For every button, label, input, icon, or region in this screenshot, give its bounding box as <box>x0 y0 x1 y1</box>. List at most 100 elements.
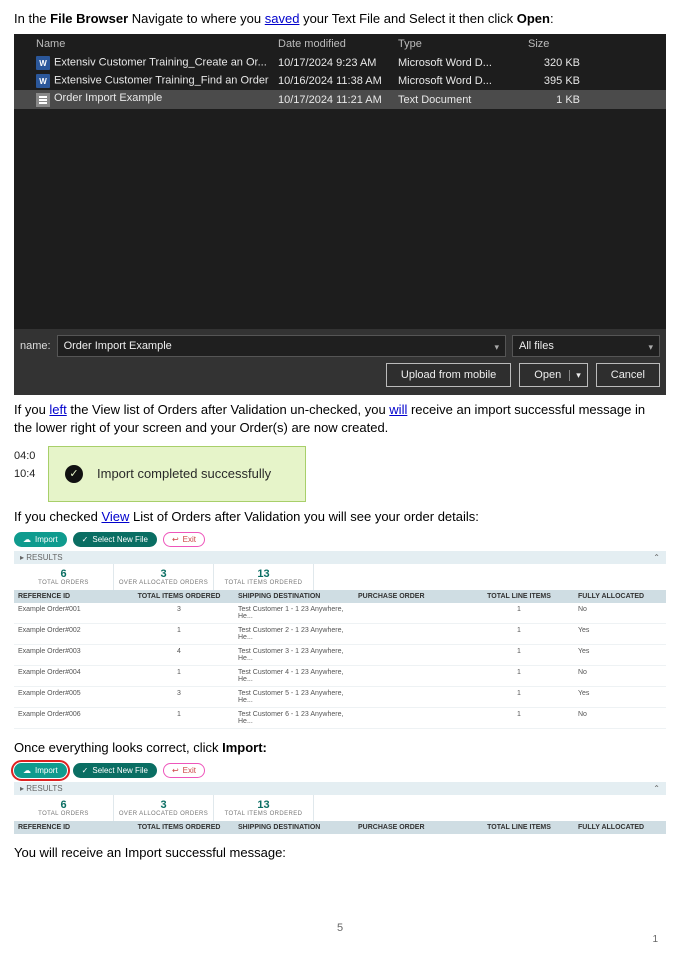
file-row[interactable]: WExtensive Customer Training_Find an Ord… <box>14 72 666 90</box>
results-header[interactable]: ▸ RESULTS ⌃ <box>14 782 666 795</box>
collapse-icon[interactable]: ⌃ <box>653 784 660 793</box>
cell-allocated: Yes <box>574 624 664 644</box>
order-results-panel: ☁ Import ✓ Select New File ↩ Exit ▸ RESU… <box>14 532 666 729</box>
col-type[interactable]: Type <box>398 38 528 50</box>
cell-destination: Test Customer 6 - 1 23 Anywhere, He... <box>234 708 354 728</box>
table-row[interactable]: Example Order#0021Test Customer 2 - 1 23… <box>14 624 666 645</box>
col-size[interactable]: Size <box>528 38 588 50</box>
col-reference-id[interactable]: REFERENCE ID <box>14 821 124 834</box>
chevron-down-icon[interactable]: ▾ <box>569 370 581 381</box>
upload-from-mobile-button[interactable]: Upload from mobile <box>386 363 511 387</box>
instruction-file-browser: In the File Browser Navigate to where yo… <box>14 10 666 28</box>
open-label: Open <box>534 369 561 381</box>
stat-label: OVER ALLOCATED ORDERS <box>114 580 213 586</box>
file-browser: Name Date modified Type Size WExtensiv C… <box>14 34 666 395</box>
exit-button[interactable]: ↩ Exit <box>163 763 205 778</box>
word-doc-icon: W <box>36 56 50 70</box>
col-purchase-order[interactable]: PURCHASE ORDER <box>354 590 464 603</box>
table-row[interactable]: Example Order#0053Test Customer 5 - 1 23… <box>14 687 666 708</box>
file-row[interactable]: Order Import Example10/17/2024 11:21 AMT… <box>14 90 666 109</box>
col-total-items[interactable]: TOTAL ITEMS ORDERED <box>124 821 234 834</box>
instruction-view-checked: If you checked View List of Orders after… <box>14 508 666 526</box>
stat-label: TOTAL ORDERS <box>14 811 113 817</box>
table-row[interactable]: Example Order#0013Test Customer 1 - 1 23… <box>14 603 666 624</box>
col-name[interactable]: Name <box>36 38 278 50</box>
file-type: Text Document <box>398 94 528 106</box>
stat-label: TOTAL ORDERS <box>14 580 113 586</box>
import-button-highlighted[interactable]: ☁ Import <box>14 763 67 778</box>
stat-label: TOTAL ITEMS ORDERED <box>214 811 313 817</box>
stat-label: TOTAL ITEMS ORDERED <box>214 580 313 586</box>
cell-po <box>354 645 464 665</box>
cell-reference: Example Order#006 <box>14 708 124 728</box>
select-new-file-button[interactable]: ✓ Select New File <box>73 532 157 547</box>
file-name: Extensive Customer Training_Find an Orde… <box>54 75 269 87</box>
stat-number: 6 <box>14 799 113 811</box>
stat-card: 13TOTAL ITEMS ORDERED <box>214 795 314 821</box>
cell-lines: 1 <box>464 603 574 623</box>
results-header[interactable]: ▸ RESULTS ⌃ <box>14 551 666 564</box>
file-name: Order Import Example <box>54 92 162 104</box>
cell-lines: 1 <box>464 687 574 707</box>
cell-destination: Test Customer 5 - 1 23 Anywhere, He... <box>234 687 354 707</box>
col-date[interactable]: Date modified <box>278 38 398 50</box>
cell-destination: Test Customer 2 - 1 23 Anywhere, He... <box>234 624 354 644</box>
file-date: 10/16/2024 11:38 AM <box>278 75 398 87</box>
cell-po <box>354 624 464 644</box>
table-row[interactable]: Example Order#0034Test Customer 3 - 1 23… <box>14 645 666 666</box>
table-row[interactable]: Example Order#0041Test Customer 4 - 1 23… <box>14 666 666 687</box>
stat-label: OVER ALLOCATED ORDERS <box>114 811 213 817</box>
cell-items: 1 <box>124 624 234 644</box>
toast-area: 04:0 10:4 ✓ Import completed successfull… <box>14 444 666 508</box>
instruction-click-import: Once everything looks correct, click Imp… <box>14 739 666 757</box>
exit-button[interactable]: ↩ Exit <box>163 532 205 547</box>
file-row[interactable]: WExtensiv Customer Training_Create an Or… <box>14 54 666 72</box>
file-date: 10/17/2024 9:23 AM <box>278 57 398 69</box>
col-destination[interactable]: SHIPPING DESTINATION <box>234 590 354 603</box>
cell-destination: Test Customer 1 - 1 23 Anywhere, He... <box>234 603 354 623</box>
cell-items: 1 <box>124 708 234 728</box>
col-destination[interactable]: SHIPPING DESTINATION <box>234 821 354 834</box>
filename-value: Order Import Example <box>64 340 172 352</box>
cell-lines: 1 <box>464 666 574 686</box>
check-circle-icon: ✓ <box>65 465 83 483</box>
cell-lines: 1 <box>464 624 574 644</box>
table-row[interactable]: Example Order#0061Test Customer 6 - 1 23… <box>14 708 666 729</box>
chevron-down-icon[interactable]: ▾ <box>648 342 653 353</box>
orders-table-body: Example Order#0013Test Customer 1 - 1 23… <box>14 603 666 729</box>
slide-number: 1 <box>14 934 666 945</box>
cell-po <box>354 708 464 728</box>
collapse-icon[interactable]: ⌃ <box>653 553 660 562</box>
col-total-lines[interactable]: TOTAL LINE ITEMS <box>464 590 574 603</box>
col-fully-allocated[interactable]: FULLY ALLOCATED <box>574 590 664 603</box>
cell-reference: Example Order#005 <box>14 687 124 707</box>
stat-number: 6 <box>14 568 113 580</box>
col-reference-id[interactable]: REFERENCE ID <box>14 590 124 603</box>
stat-card: 13TOTAL ITEMS ORDERED <box>214 564 314 590</box>
file-type: Microsoft Word D... <box>398 57 528 69</box>
page-number: 5 <box>14 922 666 934</box>
cell-lines: 1 <box>464 708 574 728</box>
file-size: 395 KB <box>528 75 588 87</box>
open-button[interactable]: Open ▾ <box>519 363 587 387</box>
file-browser-header: Name Date modified Type Size <box>14 34 666 54</box>
instruction-left-unchecked: If you left the View list of Orders afte… <box>14 401 666 437</box>
col-fully-allocated[interactable]: FULLY ALLOCATED <box>574 821 664 834</box>
filetype-filter[interactable]: All files ▾ <box>512 335 660 357</box>
import-button[interactable]: ☁ Import <box>14 532 67 547</box>
chevron-down-icon[interactable]: ▾ <box>494 342 499 353</box>
col-total-items[interactable]: TOTAL ITEMS ORDERED <box>124 590 234 603</box>
stat-number: 3 <box>114 799 213 811</box>
filename-input[interactable]: Order Import Example ▾ <box>57 335 506 357</box>
col-total-lines[interactable]: TOTAL LINE ITEMS <box>464 821 574 834</box>
cell-allocated: No <box>574 603 664 623</box>
cell-reference: Example Order#001 <box>14 603 124 623</box>
time-value: 04:0 <box>14 450 35 462</box>
cell-items: 3 <box>124 603 234 623</box>
cancel-button[interactable]: Cancel <box>596 363 660 387</box>
cell-allocated: Yes <box>574 687 664 707</box>
col-purchase-order[interactable]: PURCHASE ORDER <box>354 821 464 834</box>
cell-po <box>354 603 464 623</box>
select-new-file-button[interactable]: ✓ Select New File <box>73 763 157 778</box>
cell-lines: 1 <box>464 645 574 665</box>
